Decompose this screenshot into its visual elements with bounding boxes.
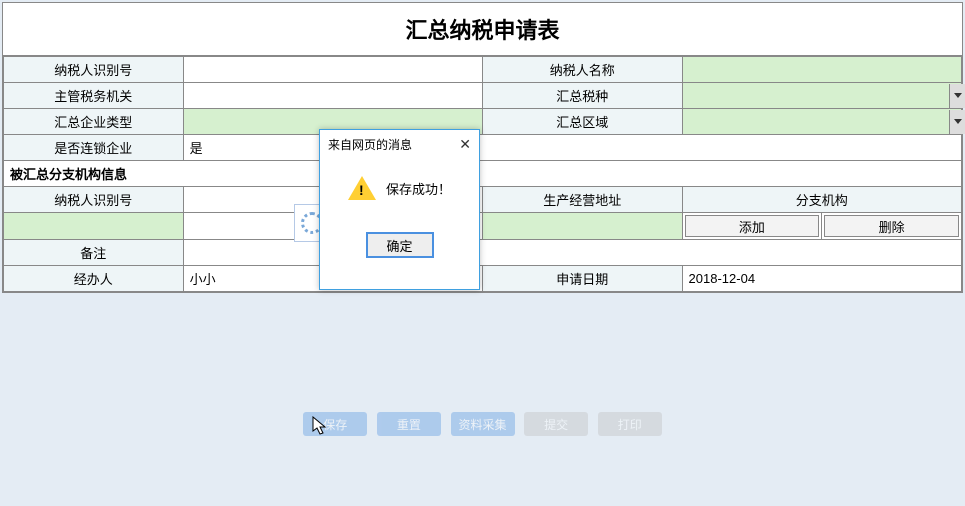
label-tax-authority: 主管税务机关 — [4, 83, 184, 109]
ent-type-text — [184, 112, 190, 127]
print-button[interactable]: 打印 — [598, 412, 662, 436]
warning-icon — [348, 176, 376, 200]
add-button[interactable]: 添加 — [685, 215, 820, 237]
value-region[interactable] — [682, 109, 961, 135]
dialog-body: 保存成功！ — [320, 158, 479, 210]
page-title: 汇总纳税申请表 — [3, 3, 962, 56]
form-panel: 汇总纳税申请表 纳税人识别号 纳税人名称 主管税务机关 汇总税种 汇总企业类型 — [2, 2, 963, 293]
dialog-message: 保存成功！ — [386, 179, 451, 198]
label-taxpayer-id: 纳税人识别号 — [4, 57, 184, 83]
region-text — [683, 112, 689, 127]
value-taxpayer-id[interactable] — [183, 57, 482, 83]
ok-button[interactable]: 确定 — [366, 232, 434, 258]
value-remark[interactable] — [183, 240, 961, 266]
message-dialog: 来自网页的消息 ✕ 保存成功！ 确定 — [319, 129, 480, 290]
branch-del-cell: 删除 — [822, 213, 962, 240]
reset-button[interactable]: 重置 — [377, 412, 441, 436]
value-taxpayer-name[interactable] — [682, 57, 961, 83]
label-tax-type: 汇总税种 — [482, 83, 682, 109]
branch-id-cell[interactable] — [4, 213, 184, 240]
collect-button[interactable]: 资料采集 — [451, 412, 515, 436]
label-branch-org: 分支机构 — [682, 187, 961, 213]
branch-add-cell: 添加 — [682, 213, 822, 240]
dialog-footer: 确定 — [320, 210, 479, 258]
label-branch-addr: 生产经营地址 — [482, 187, 682, 213]
dialog-title: 来自网页的消息 — [328, 136, 412, 153]
label-region: 汇总区域 — [482, 109, 682, 135]
branch-addr-cell[interactable] — [482, 213, 682, 240]
label-ent-type: 汇总企业类型 — [4, 109, 184, 135]
chevron-down-icon[interactable] — [949, 84, 965, 108]
save-button[interactable]: 保存 — [303, 412, 367, 436]
main-table: 纳税人识别号 纳税人名称 主管税务机关 汇总税种 汇总企业类型 — [3, 56, 962, 292]
delete-button[interactable]: 删除 — [824, 215, 959, 237]
dialog-titlebar: 来自网页的消息 ✕ — [320, 130, 479, 158]
submit-button[interactable]: 提交 — [524, 412, 588, 436]
bottom-toolbar: 保存 重置 资料采集 提交 打印 — [0, 412, 965, 436]
value-chain[interactable]: 是 — [183, 135, 961, 161]
tax-type-text — [683, 86, 689, 101]
label-chain: 是否连锁企业 — [4, 135, 184, 161]
value-tax-type[interactable] — [682, 83, 961, 109]
chevron-down-icon[interactable] — [949, 110, 965, 134]
label-taxpayer-name: 纳税人名称 — [482, 57, 682, 83]
label-remark: 备注 — [4, 240, 184, 266]
value-apply-date[interactable]: 2018-12-04 — [682, 266, 961, 292]
label-branch-id: 纳税人识别号 — [4, 187, 184, 213]
label-agent: 经办人 — [4, 266, 184, 292]
section-branch-header: 被汇总分支机构信息 — [4, 161, 962, 187]
value-tax-authority[interactable] — [183, 83, 482, 109]
label-apply-date: 申请日期 — [482, 266, 682, 292]
close-icon[interactable]: ✕ — [459, 136, 471, 153]
